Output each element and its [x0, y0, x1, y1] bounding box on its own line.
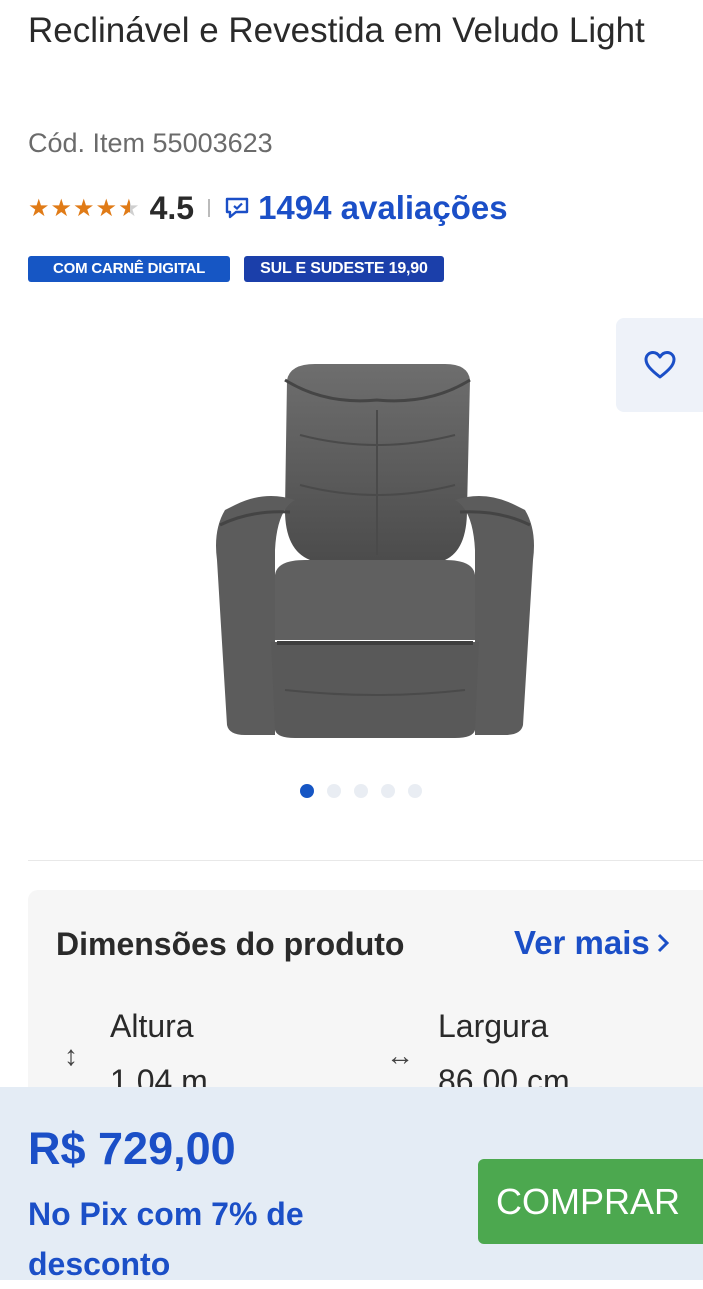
- width-label: Largura: [438, 1008, 549, 1044]
- product-image[interactable]: [205, 360, 545, 745]
- product-title: Reclinável e Revestida em Veludo Light: [28, 11, 645, 50]
- dimensions-title: Dimensões do produto: [56, 926, 405, 962]
- star-icon: ★: [95, 194, 118, 222]
- badges: COM CARNÊ DIGITAL SUL E SUDESTE 19,90: [28, 256, 444, 282]
- see-more-label: Ver mais: [514, 924, 650, 961]
- heart-icon: [644, 351, 675, 379]
- buy-button[interactable]: COMPRAR: [478, 1159, 703, 1244]
- favorite-button[interactable]: [616, 318, 703, 412]
- gallery-dot[interactable]: [300, 784, 314, 798]
- rating-row: ★ ★ ★ ★ ★ 4.5 1494 avaliações: [28, 186, 508, 230]
- dimensions-card: Dimensões do produto Ver mais ↕ Altura 1…: [28, 890, 703, 1099]
- gallery-dot[interactable]: [354, 784, 368, 798]
- gallery-dot[interactable]: [327, 784, 341, 798]
- review-bubble-icon: [225, 197, 249, 219]
- height-label: Altura: [110, 1008, 194, 1044]
- separator: [208, 199, 211, 217]
- gallery-dot[interactable]: [381, 784, 395, 798]
- gallery-dots: [300, 784, 422, 798]
- item-code: Cód. Item 55003623: [28, 128, 273, 158]
- rating-stars: ★ ★ ★ ★ ★: [28, 194, 140, 223]
- purchase-bar: R$ 729,00 No Pix com 7% de desconto COMP…: [0, 1087, 703, 1282]
- reviews-link[interactable]: 1494 avaliações: [224, 189, 508, 227]
- star-half-icon: ★: [118, 194, 140, 222]
- pix-discount: No Pix com 7% de desconto: [28, 1196, 304, 1282]
- star-icon: ★: [28, 194, 50, 222]
- see-more-link[interactable]: Ver mais: [514, 924, 670, 962]
- badge-shipping: SUL E SUDESTE 19,90: [244, 256, 444, 282]
- gallery-dot[interactable]: [408, 784, 422, 798]
- badge-carne-digital: COM CARNÊ DIGITAL: [28, 256, 231, 282]
- star-icon: ★: [50, 194, 73, 222]
- rating-value: 4.5: [149, 189, 195, 226]
- vertical-arrows-icon: ↕: [64, 1040, 78, 1071]
- divider: [28, 860, 703, 861]
- reviews-count: 1494 avaliações: [258, 189, 508, 226]
- chevron-right-icon: [657, 933, 669, 953]
- price: R$ 729,00: [28, 1123, 236, 1174]
- horizontal-arrows-icon: ↔: [386, 1040, 414, 1071]
- star-icon: ★: [73, 194, 95, 222]
